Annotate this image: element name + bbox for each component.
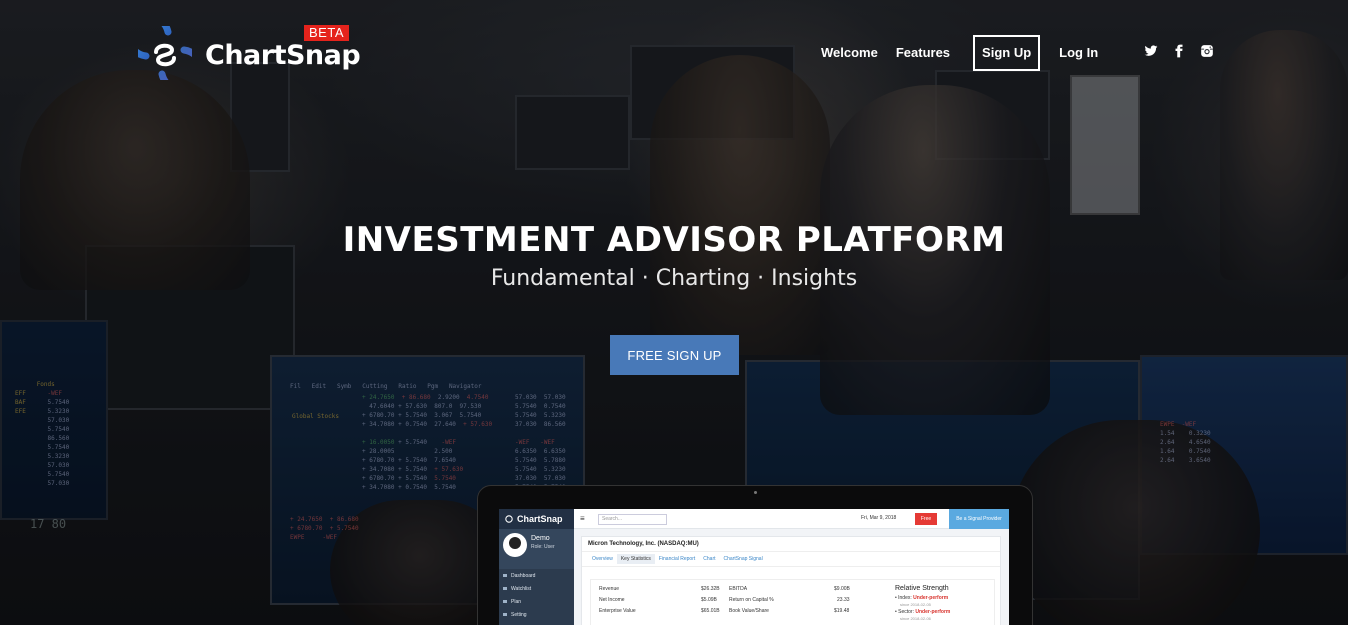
tab-key-statistics: Key Statistics — [616, 554, 655, 564]
app-company-panel: Micron Technology, Inc. (NASDAQ:MU) Over… — [581, 536, 1001, 625]
stat-label: Book Value/Share — [729, 608, 769, 614]
stat-value: 23.33 — [837, 597, 850, 603]
tab-financial-report: Financial Report — [658, 556, 696, 562]
stat-value: $9.00B — [834, 586, 850, 592]
stat-label: Enterprise Value — [599, 608, 636, 614]
hero-title: INVESTMENT ADVISOR PLATFORM — [342, 220, 1006, 260]
app-brand: ChartSnap — [499, 509, 574, 529]
stat-value: $19.48 — [834, 608, 850, 614]
avatar — [503, 533, 527, 557]
facebook-icon[interactable] — [1172, 44, 1186, 58]
brand-logo[interactable]: ChartSnap BETA — [138, 24, 361, 84]
app-brand-name: ChartSnap — [517, 514, 563, 524]
app-tabs: Overview Key Statistics Financial Report… — [582, 552, 1000, 567]
tab-chartsnap-signal: ChartSnap Signal — [723, 556, 763, 562]
stat-value: $26.32B — [701, 586, 720, 592]
relative-strength-sector: • Sector: Under-perform — [895, 609, 951, 615]
relative-strength-index: • Index: Under-perform — [895, 595, 949, 601]
sidebar-item-dashboard: Dashboard — [499, 569, 574, 582]
main-nav: Welcome Features Sign Up Log In — [812, 35, 1107, 71]
sidebar-item-setting: Setting — [499, 608, 574, 621]
app-search-input: Search... — [598, 514, 667, 525]
hamburger-icon: ≡ — [580, 514, 585, 523]
beta-badge: BETA — [304, 25, 349, 41]
laptop-camera — [754, 491, 757, 494]
company-title: Micron Technology, Inc. (NASDAQ:MU) — [582, 537, 1000, 552]
app-user-panel: Demo Role: User — [499, 529, 574, 569]
app-date: Fri, Mar 9, 2018 — [861, 515, 897, 521]
social-links — [1144, 44, 1214, 58]
instagram-icon[interactable] — [1200, 44, 1214, 58]
chartsnap-logo-icon — [138, 26, 192, 80]
sidebar-item-plan: Plan — [499, 595, 574, 608]
stat-label: Return on Capital % — [729, 597, 774, 603]
brand-name: ChartSnap — [205, 40, 361, 71]
app-free-badge: Free — [915, 513, 937, 525]
app-logo-icon — [505, 515, 513, 523]
relative-strength-sector-since: since 2018-02-06 — [900, 616, 931, 621]
app-topbar: ≡ Search... Fri, Mar 9, 2018 Free Be a S… — [574, 509, 1009, 529]
nav-welcome-link[interactable]: Welcome — [812, 35, 887, 71]
app-sidebar: ChartSnap Demo Role: User Dashboard Watc… — [499, 509, 574, 625]
free-signup-button[interactable]: FREE SIGN UP — [610, 335, 739, 375]
key-statistics-table: Revenue $26.32B Net Income $5.09B Enterp… — [590, 579, 995, 625]
app-screenshot: ChartSnap Demo Role: User Dashboard Watc… — [499, 509, 1009, 625]
nav-features-link[interactable]: Features — [887, 35, 959, 71]
user-name: Demo — [531, 535, 550, 542]
stat-label: Revenue — [599, 586, 620, 592]
stat-label: Net Income — [599, 597, 625, 603]
stat-value: $5.09B — [701, 597, 717, 603]
stat-label: EBITDA — [729, 586, 748, 592]
sidebar-item-watchlist: Watchlist — [499, 582, 574, 595]
app-signal-provider-button: Be a Signal Provider — [949, 509, 1009, 529]
nav-login-link[interactable]: Log In — [1050, 35, 1107, 71]
hero-subtitle: Fundamental · Charting · Insights — [490, 266, 858, 291]
user-role: Role: User — [531, 544, 555, 550]
relative-strength-index-since: since 2018-02-05 — [900, 602, 931, 607]
tab-chart: Chart — [703, 556, 716, 562]
twitter-icon[interactable] — [1144, 44, 1158, 58]
nav-signup-button[interactable]: Sign Up — [973, 35, 1041, 71]
tab-overview: Overview — [592, 556, 613, 562]
relative-strength-title: Relative Strength — [895, 585, 949, 592]
stat-value: $65.01B — [701, 608, 720, 614]
